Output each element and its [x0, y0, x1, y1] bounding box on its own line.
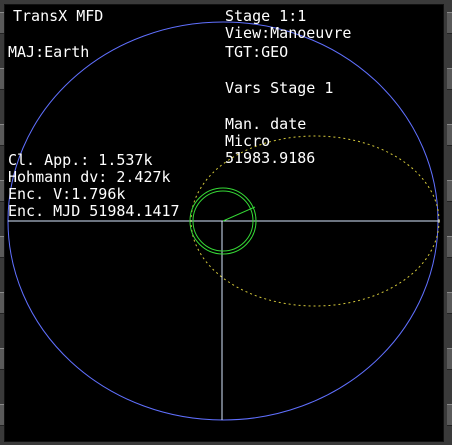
view-label: View:Manoeuvre — [225, 24, 352, 42]
adjust-mode-label: Micro — [225, 132, 271, 150]
manoeuvre-date-label: Man. date — [225, 115, 307, 133]
encounter-mjd-readout: Enc. MJD 51984.1417 — [8, 202, 180, 220]
vars-heading: Vars Stage 1 — [225, 79, 334, 97]
orbit-view — [7, 21, 440, 421]
hohmann-dv-readout: Hohmann dv: 2.427k — [8, 168, 171, 186]
encounter-velocity-readout: Enc. V:1.796k — [8, 185, 126, 203]
mfd-title: TransX MFD — [13, 7, 104, 25]
mfd-frame: TransX MFD Stage 1:1 View:Manoeuvre MAJ:… — [0, 0, 452, 445]
vessel-position-line — [222, 206, 256, 222]
closest-approach-readout: Cl. App.: 1.537k — [8, 151, 153, 169]
target-label: TGT:GEO — [225, 43, 289, 61]
stage-label: Stage 1:1 — [225, 7, 307, 25]
major-body-label: MAJ:Earth — [8, 43, 90, 61]
manoeuvre-date-value: 51983.9186 — [225, 149, 316, 167]
